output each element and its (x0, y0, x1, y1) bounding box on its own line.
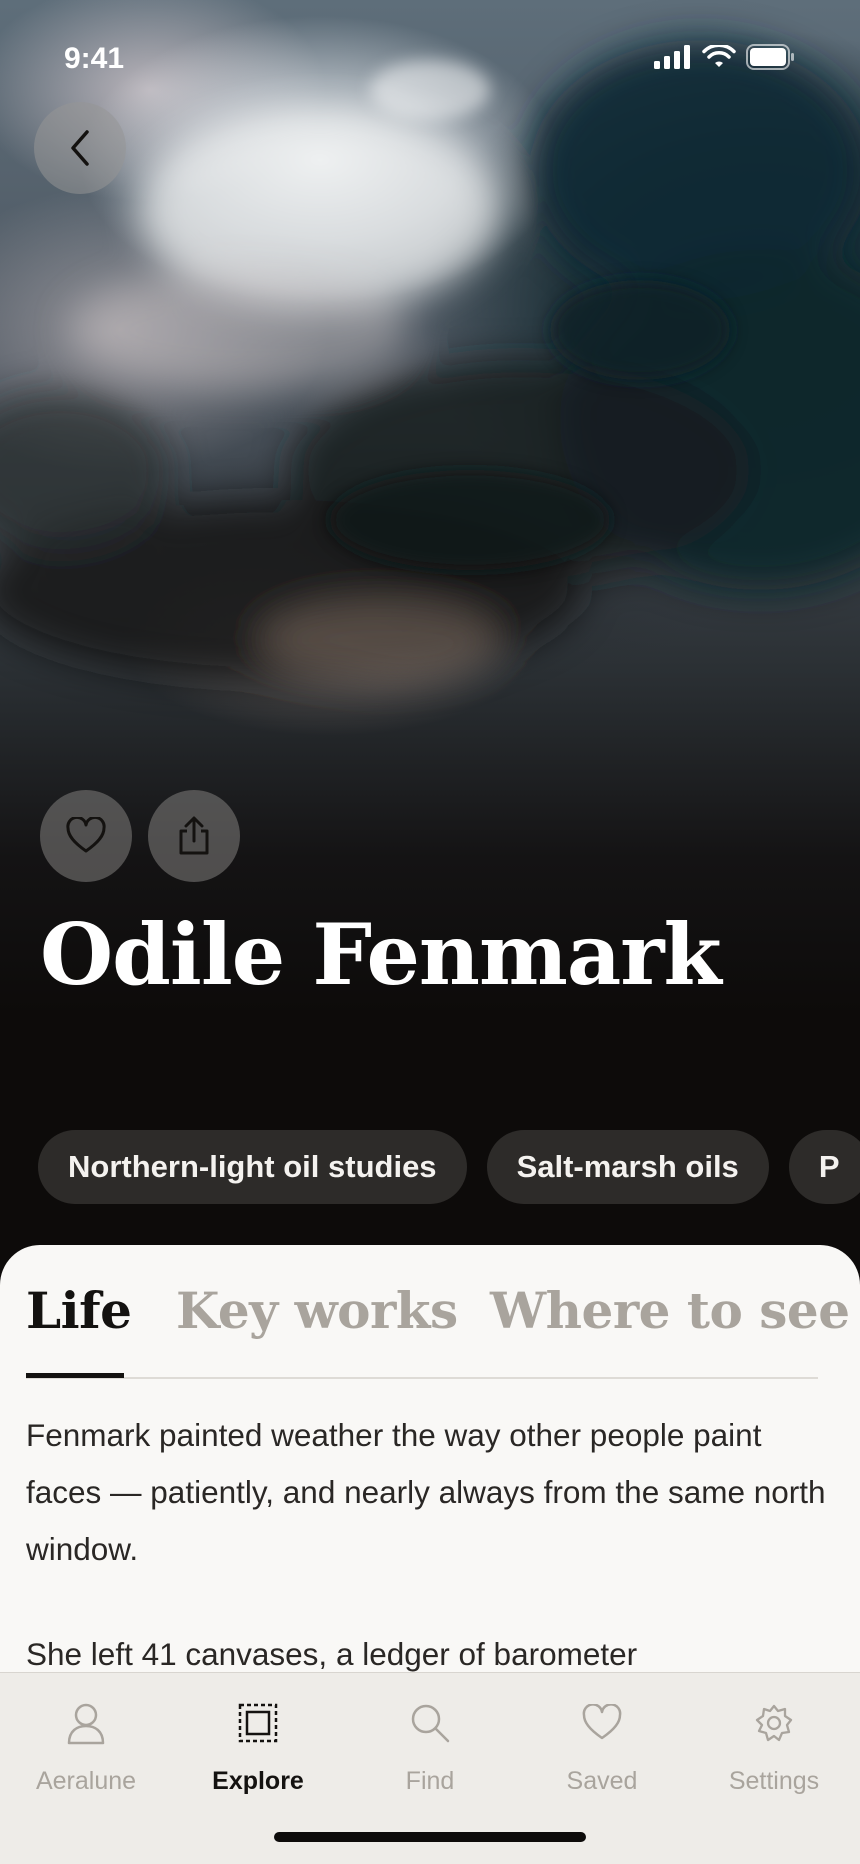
status-bar: 9:41 (0, 0, 860, 120)
biography-text: Fenmark painted weather the way other pe… (26, 1407, 826, 1675)
person-icon (67, 1703, 105, 1745)
status-icons (654, 44, 796, 70)
search-icon (411, 1704, 450, 1743)
tabbar-item-settings[interactable]: Settings (688, 1693, 860, 1796)
artist-name-title: Odile Fenmark (40, 905, 722, 1004)
chip-partial[interactable]: P (788, 1130, 860, 1204)
share-button[interactable] (148, 790, 240, 882)
tabbar-label: Explore (212, 1767, 304, 1795)
tabbar-item-saved[interactable]: Saved (516, 1693, 688, 1796)
chevron-left-icon (71, 130, 89, 166)
tabbar-label: Settings (728, 1767, 820, 1795)
tabbar-label: Find (405, 1767, 455, 1795)
content-tabs: Life Key works Where to see (26, 1245, 850, 1379)
style-chips: Northern-light oil studies Salt-marsh oi… (38, 1130, 860, 1204)
favorite-button[interactable] (40, 790, 132, 882)
detail-sheet: Life Key works Where to see Fenmark pain… (0, 1245, 860, 1675)
cloud-sky-image (0, 40, 860, 680)
share-icon (179, 816, 209, 855)
back-button[interactable] (34, 102, 126, 194)
status-time: 9:41 (64, 42, 125, 75)
home-indicator (274, 1832, 586, 1842)
cellular-signal-icon (654, 45, 690, 69)
tabbar-label: Aeralune (35, 1767, 137, 1795)
tab-key-works[interactable]: Key works (176, 1281, 458, 1340)
heart-icon (66, 817, 106, 853)
wifi-icon (702, 45, 736, 67)
biography-paragraph: She left 41 canvases, a ledger of barome… (26, 1636, 638, 1672)
frame-icon (238, 1703, 278, 1743)
tabbar-item-find[interactable]: Find (344, 1693, 516, 1796)
tab-life[interactable]: Life (26, 1281, 132, 1340)
tabbar-label: Saved (566, 1767, 638, 1795)
biography-paragraph: Fenmark painted weather the way other pe… (26, 1417, 826, 1567)
battery-icon (746, 44, 794, 70)
hero-image (0, 0, 860, 1300)
chip-northern-light-oil-studies[interactable]: Northern-light oil studies (38, 1130, 467, 1204)
tab-where-to-see[interactable]: Where to see (490, 1281, 850, 1340)
heart-icon (582, 1704, 622, 1740)
chip-salt-marsh-oils[interactable]: Salt-marsh oils (486, 1130, 769, 1204)
gear-icon (755, 1704, 793, 1742)
tabbar-item-aeralune[interactable]: Aeralune (0, 1693, 172, 1796)
active-tab-indicator (26, 1373, 124, 1378)
tabbar-item-explore[interactable]: Explore (172, 1693, 344, 1796)
